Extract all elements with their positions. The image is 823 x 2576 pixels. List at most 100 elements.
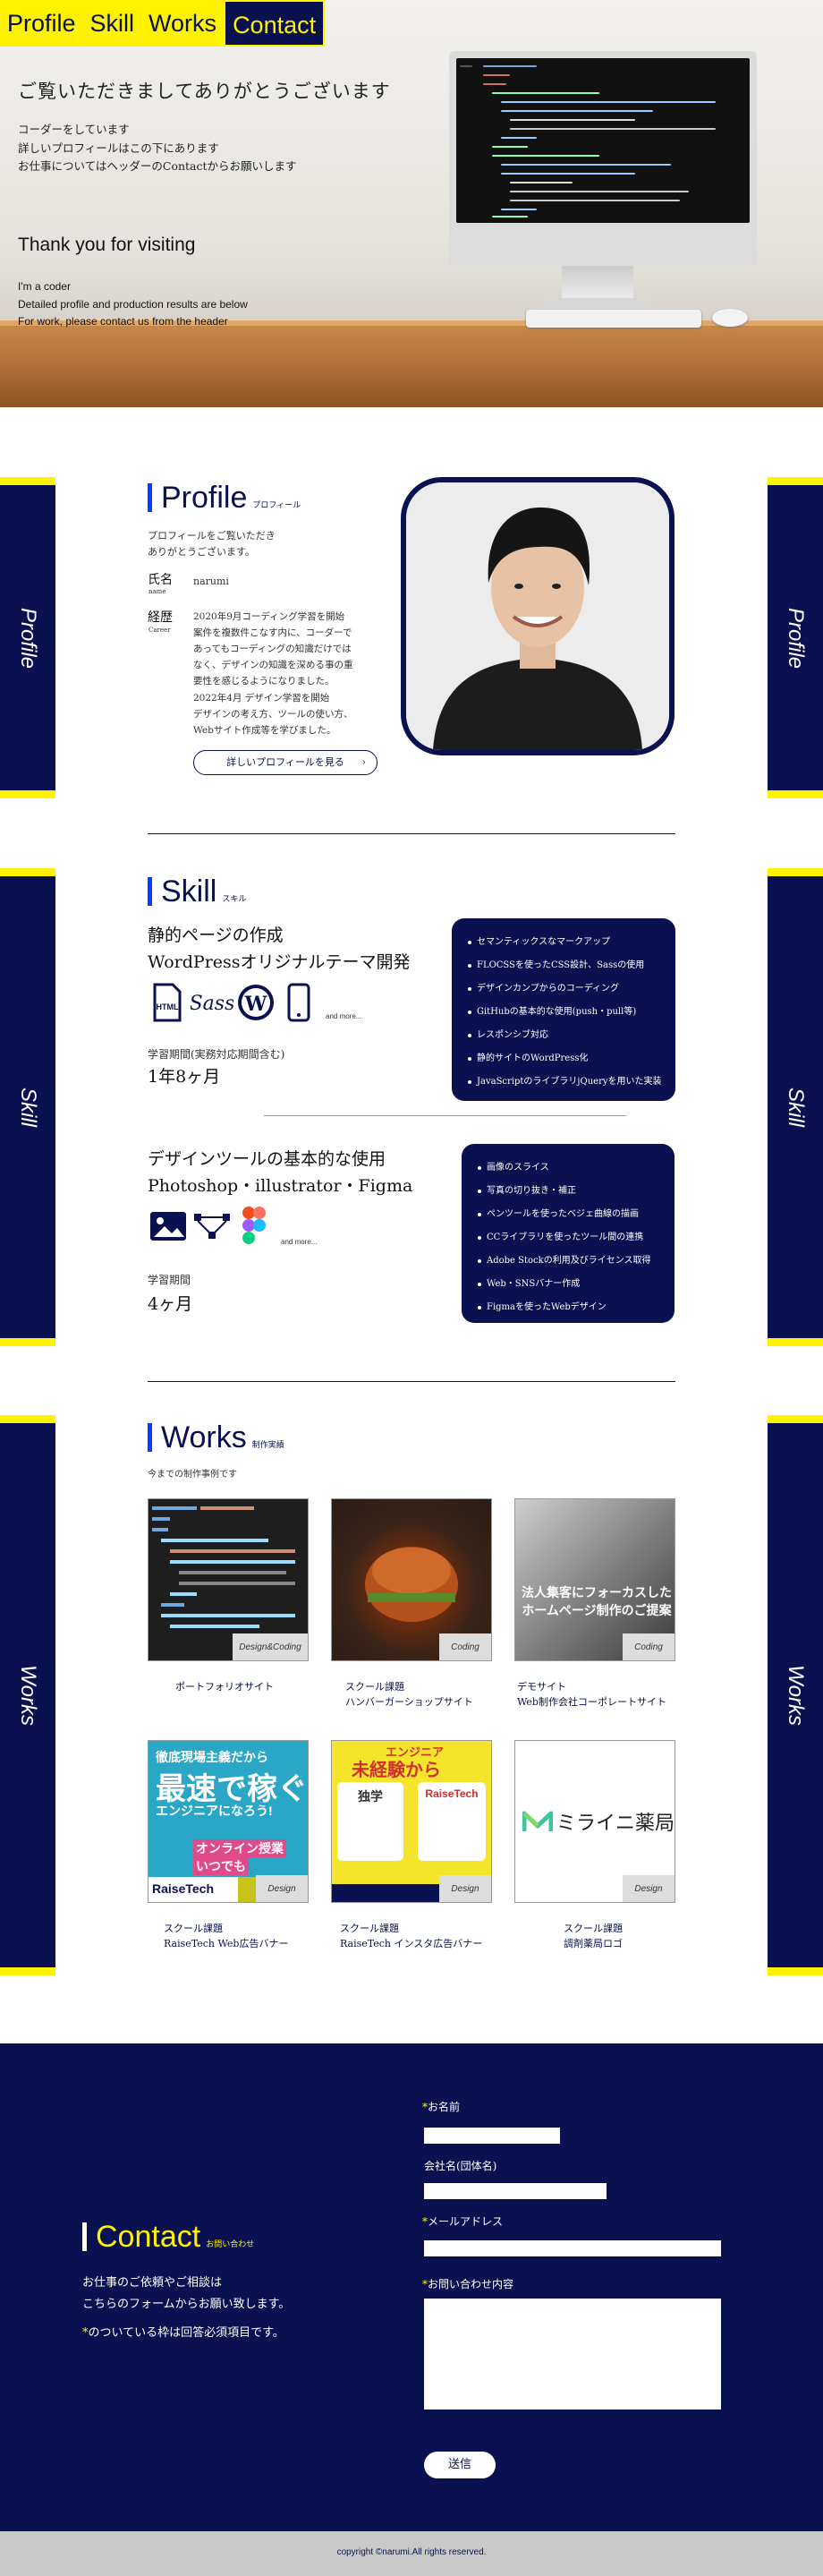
company-label: 会社名(団体名) xyxy=(424,2160,497,2172)
skill-item: レスポンシブ対応 xyxy=(468,1024,659,1047)
nav-profile[interactable]: Profile xyxy=(0,0,83,47)
svg-text:HTML: HTML xyxy=(157,1002,179,1011)
work-tag: Design xyxy=(439,1875,491,1902)
profile-title: Profile プロフィール xyxy=(148,482,301,513)
monitor-image xyxy=(449,51,757,266)
skill-item: CCライブラリを使ったツール間の連携 xyxy=(478,1226,658,1250)
skill-item: GitHubの基本的な使用(push・pull等) xyxy=(468,1001,659,1024)
submit-button[interactable]: 送信 xyxy=(424,2452,496,2478)
career-text-1: 2020年9月コーディング学習を開始 案件を複数件こなす内に、コーダーで あって… xyxy=(193,611,353,687)
desk-image xyxy=(0,320,823,407)
company-input[interactable] xyxy=(424,2183,607,2199)
nav-contact[interactable]: Contact xyxy=(224,0,326,47)
message-label: *お問い合わせ内容 xyxy=(422,2278,514,2290)
work-caption: スクール課題 RaiseTech インスタ広告バナー xyxy=(340,1923,483,1949)
side-tab-profile-left: Profile xyxy=(0,477,55,798)
email-input[interactable] xyxy=(424,2240,721,2256)
work-tag: Coding xyxy=(439,1633,491,1660)
skill-item: 画像のスライス xyxy=(478,1156,658,1180)
mouse-image xyxy=(712,309,748,327)
contact-title: Contact お問い合わせ xyxy=(82,2222,254,2252)
skill-item: FLOCSSを使ったCSS設計、Sassの使用 xyxy=(468,954,659,977)
work-caption: デモサイト Web制作会社コーポレートサイト xyxy=(517,1681,666,1708)
skill2-period: 4ヶ月 xyxy=(148,1294,193,1314)
skill1-period: 1年8ヶ月 xyxy=(148,1067,221,1087)
divider xyxy=(264,1115,626,1116)
works-intro: 今までの制作事例です xyxy=(148,1470,237,1480)
hero-title-jp: ご覧いただきましてありがとうございます xyxy=(18,81,391,102)
work-card-banner-web[interactable]: 徹底現場主義だから 最速で稼ぐ エンジニアになろう! オンライン授業 いつでも … xyxy=(148,1740,309,1903)
side-tab-skill-right: Skill xyxy=(768,868,823,1346)
work-card-corporate[interactable]: 法人集客にフォーカスした ホームページ制作のご提案 Coding xyxy=(514,1498,675,1661)
work-card-burger[interactable]: Coding xyxy=(331,1498,492,1661)
skill2-period-label: 学習期間 xyxy=(148,1274,191,1286)
work-tag: Design xyxy=(623,1875,675,1902)
skill1-more: and more... xyxy=(326,1012,362,1020)
hero-line-en: Detailed profile and production results … xyxy=(18,298,248,311)
hero-line-en: For work, please contact us from the hea… xyxy=(18,315,228,328)
skill-item: Web・SNSバナー作成 xyxy=(478,1273,658,1296)
side-tab-skill-left: Skill xyxy=(0,868,55,1346)
works-title: Works 制作実績 xyxy=(148,1422,284,1453)
skill-item: ペンツールを使ったベジェ曲線の描画 xyxy=(478,1203,658,1226)
work-tag: Design&Coding xyxy=(233,1633,308,1660)
monitor-base xyxy=(546,298,649,307)
name-label: 氏名 xyxy=(148,573,173,587)
email-label: *メールアドレス xyxy=(422,2215,504,2228)
profile-photo xyxy=(401,477,675,755)
wordpress-icon: W xyxy=(236,983,276,1022)
smartphone-icon xyxy=(284,983,313,1022)
career-sub: Career xyxy=(148,627,171,634)
svg-text:W: W xyxy=(244,993,267,1016)
skill-item: セマンティックスなマークアップ xyxy=(468,931,659,954)
message-textarea[interactable] xyxy=(424,2299,721,2410)
header-nav: Profile Skill Works Contact xyxy=(0,0,326,47)
work-card-portfolio[interactable]: Design&Coding xyxy=(148,1498,309,1661)
profile-more-button[interactable]: 詳しいプロフィールを見る › xyxy=(193,750,378,775)
nav-works[interactable]: Works xyxy=(141,0,225,47)
work-tag: Design xyxy=(256,1875,308,1902)
work-card-logo[interactable]: ミライニ薬局 Design xyxy=(514,1740,675,1903)
hero-section: ご覧いただきましてありがとうございます コーダーをしています 詳しいプロフィール… xyxy=(0,0,823,407)
profile-intro: プロフィールをご覧いただき ありがとうございます。 xyxy=(148,530,276,558)
side-tab-works-right: Works xyxy=(768,1415,823,1975)
name-value: narumi xyxy=(193,576,229,587)
copyright: copyright ©narumi.All rights reserved. xyxy=(336,2547,487,2557)
divider xyxy=(148,1381,675,1382)
html-icon: HTML xyxy=(148,983,185,1022)
name-input[interactable] xyxy=(424,2128,560,2144)
hero-line: コーダーをしています xyxy=(18,123,130,136)
divider xyxy=(148,833,675,834)
code-screen xyxy=(456,58,750,223)
image-icon xyxy=(148,1208,189,1244)
skill2-heading: デザインツールの基本的な使用 Photoshop・illustrator・Fig… xyxy=(148,1149,413,1196)
skill1-period-label: 学習期間(実務対応期間含む) xyxy=(148,1048,285,1061)
person-portrait xyxy=(406,482,669,750)
work-tag: Coding xyxy=(623,1633,675,1660)
contact-intro: お仕事のご依頼やご相談は こちらのフォームからお願い致します。 xyxy=(82,2276,291,2311)
work-card-banner-insta[interactable]: エンジニア 未経験から 独学 RaiseTech Design xyxy=(331,1740,492,1903)
side-tab-profile-right: Profile xyxy=(768,477,823,798)
vector-pen-icon xyxy=(191,1208,233,1244)
figma-icon xyxy=(240,1205,268,1248)
skill1-list: セマンティックスなマークアップ FLOCSSを使ったCSS設計、Sassの使用 … xyxy=(452,918,675,1101)
career-text-2: 2022年4月 デザイン学習を開始 デザインの考え方、ツールの使い方、 Webサ… xyxy=(193,693,353,736)
skill-item: デザインカンプからのコーディング xyxy=(468,977,659,1001)
name-sub: name xyxy=(148,588,166,595)
skill-title: Skill スキル xyxy=(148,876,246,907)
skill-item: 静的サイトのWordPress化 xyxy=(468,1047,659,1070)
sass-icon: Sass xyxy=(191,983,233,1022)
career-label: 経歴 xyxy=(148,610,173,625)
skill-item: 写真の切り抜き・補正 xyxy=(478,1180,658,1203)
work-caption: スクール課題 RaiseTech Web広告バナー xyxy=(164,1923,289,1949)
hero-line-en: I'm a coder xyxy=(18,280,71,293)
work-caption: スクール課題 調剤薬局ロゴ xyxy=(564,1923,623,1949)
pharmacy-logo-mark xyxy=(522,1811,553,1831)
skill-item: JavaScriptのライブラリjQueryを用いた実装 xyxy=(468,1070,662,1094)
skill1-heading: 静的ページの作成 WordPressオリジナルテーマ開発 xyxy=(148,925,411,972)
contact-section: Contact お問い合わせ お仕事のご依頼やご相談は こちらのフォームからお願… xyxy=(0,2043,823,2531)
skill2-more: and more... xyxy=(281,1238,318,1246)
monitor-stand xyxy=(562,266,633,302)
keyboard-image xyxy=(526,310,701,328)
nav-skill[interactable]: Skill xyxy=(82,0,142,47)
